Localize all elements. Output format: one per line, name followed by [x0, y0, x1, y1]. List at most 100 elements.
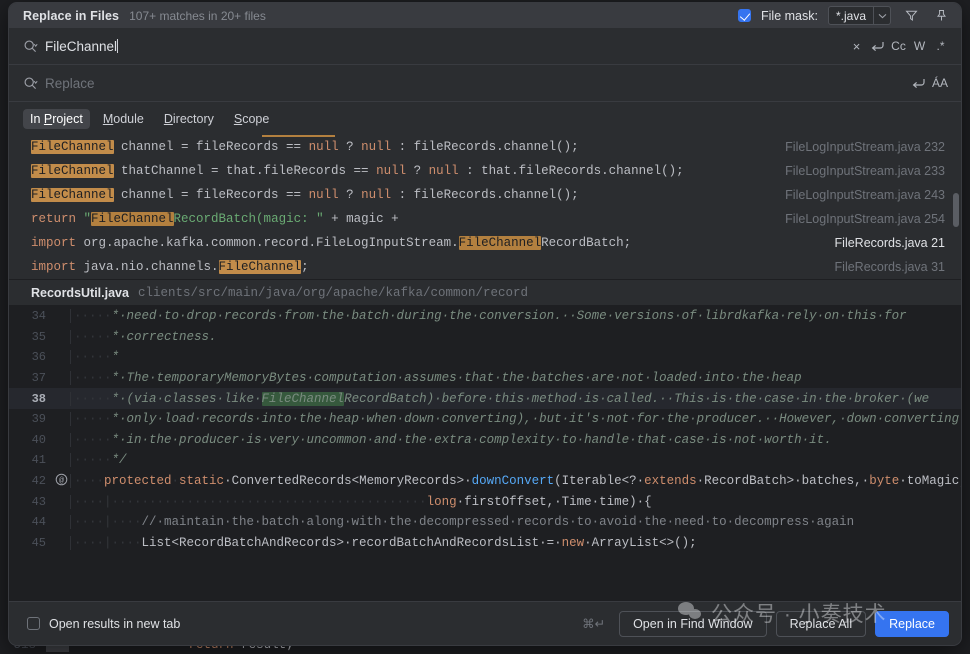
preserve-case-toggle[interactable]: ÁA [929, 73, 951, 94]
open-results-new-tab-checkbox[interactable] [27, 617, 40, 630]
code-token: *·correctness. [112, 330, 217, 344]
result-code-snippet: import java.nio.channels.FileChannel; [31, 260, 821, 274]
scope-tab-directory[interactable]: Directory [157, 109, 221, 129]
match-highlight: FileChannel [219, 260, 302, 274]
page-title: Replace in Files [23, 9, 119, 23]
code-token: : fileRecords.channel(); [391, 140, 579, 154]
scope-tab-scope[interactable]: Scope [227, 109, 276, 129]
result-row[interactable]: FileChannel channel = fileRecords == nul… [9, 135, 961, 159]
clear-search-icon[interactable]: × [846, 36, 867, 57]
code-token: java.nio.channels. [76, 260, 219, 274]
chevron-down-icon[interactable] [873, 7, 890, 24]
code-token: org.apache.kafka.common.record.FileLogIn… [76, 236, 459, 250]
replace-search-icon[interactable] [23, 76, 45, 91]
code-token: null [361, 140, 391, 154]
scope-tab-label-suffix: cope [242, 112, 269, 126]
code-token: " [76, 212, 91, 226]
result-code-snippet: FileChannel channel = fileRecords == nul… [31, 188, 771, 202]
code-token: import [31, 236, 76, 250]
result-row[interactable]: import org.apache.kafka.common.record.Fi… [9, 231, 961, 255]
code-token: null [309, 140, 339, 154]
regex-toggle[interactable]: .* [930, 36, 951, 57]
preview-code-text: ····|····//·maintain·the·batch·along·wit… [70, 515, 961, 529]
replace-history-icon[interactable] [908, 73, 929, 94]
code-token: (Iterable<?· [554, 474, 644, 488]
scope-tab-in-project[interactable]: In Project [23, 109, 90, 129]
result-row[interactable]: import java.nio.channels.FileChannel;Fil… [9, 255, 961, 279]
preview-code-text: ·····*/ [70, 453, 961, 467]
preview-code-line: 43····|·································… [9, 491, 961, 512]
search-icon[interactable] [23, 39, 45, 54]
replace-all-button[interactable]: Replace All [776, 611, 867, 637]
code-token: *·The·temporaryMemoryBytes·computation·a… [112, 371, 802, 385]
match-highlight: FileChannel [262, 392, 345, 406]
dialog-action-bar: Open results in new tab ⌘↵ Open in Find … [9, 601, 961, 645]
preview-code-line: 44 ····|····//·maintain·the·batch·along·w… [9, 512, 961, 533]
results-list[interactable]: FileChannel channel = fileRecords == nul… [9, 135, 961, 280]
search-input[interactable]: FileChannel [45, 39, 846, 54]
preview-code-line: 45 ····|····List<RecordBatchAndRecords>·r… [9, 533, 961, 554]
file-mask-checkbox[interactable] [738, 9, 751, 22]
code-token: channel = fileRecords == [114, 188, 309, 202]
line-number: 36 [9, 350, 53, 364]
code-token: import [31, 260, 76, 274]
line-number: 44 [9, 515, 53, 529]
line-number: 35 [9, 330, 53, 344]
code-token: ? [339, 188, 362, 202]
code-token: *·(via·classes·like· [112, 392, 262, 406]
result-location: FileLogInputStream.java 243 [771, 188, 945, 202]
code-preview[interactable]: 34·····*·need·to·drop·records·from·the·b… [9, 306, 961, 601]
results-scrollbar[interactable] [953, 193, 959, 227]
preview-code-text: ·····*·The·temporaryMemoryBytes·computat… [70, 371, 961, 385]
result-row[interactable]: return "FileChannelRecordBatch(magic: " … [9, 207, 961, 231]
preview-code-line: 39·····*·only·load·records·into·the·heap… [9, 409, 961, 430]
open-results-new-tab-row[interactable]: Open results in new tab [27, 617, 180, 631]
scope-tab-mnemonic: S [234, 112, 242, 126]
scope-tab-label-prefix: In [30, 112, 44, 126]
preview-file-name: RecordsUtil.java [31, 286, 129, 300]
filter-icon[interactable] [901, 6, 921, 26]
code-token: channel = fileRecords == [114, 140, 309, 154]
code-token: ····|···· [74, 515, 142, 529]
override-marker-icon[interactable]: @ [53, 473, 70, 490]
code-token: ····· [74, 392, 112, 406]
preview-code-line: 38·····*·(via·classes·like·FileChannelRe… [9, 388, 961, 409]
dialog-title-bar: Replace in Files 107+ matches in 20+ fil… [9, 3, 961, 28]
code-token: ·rely·on·this·for [779, 309, 907, 323]
preview-file-header[interactable]: RecordsUtil.java clients/src/main/java/o… [9, 280, 961, 306]
scope-tab-bar: In Project Module Directory Scope [9, 102, 961, 135]
scope-tab-label-suffix: irectory [173, 112, 214, 126]
scope-tab-module[interactable]: Module [96, 109, 151, 129]
case-sensitive-toggle[interactable]: Cc [888, 36, 909, 57]
result-location: FileLogInputStream.java 232 [771, 140, 945, 154]
preview-code-text: ····|····List<RecordBatchAndRecords>·rec… [70, 536, 961, 550]
clipped-match-underline [262, 135, 335, 137]
code-token: RecordBatch; [541, 236, 631, 250]
result-row[interactable]: FileChannel channel = fileRecords == nul… [9, 183, 961, 207]
line-number: 42 [9, 474, 53, 488]
match-highlight: FileChannel [31, 140, 114, 154]
line-number: 45 [9, 536, 53, 550]
result-location: FileLogInputStream.java 233 [771, 164, 945, 178]
replace-button[interactable]: Replace [875, 611, 949, 637]
code-token: static [179, 474, 224, 488]
code-token: ? [339, 140, 362, 154]
result-row[interactable]: FileChannel thatChannel = that.fileRecor… [9, 159, 961, 183]
file-mask-combobox[interactable]: *.java [828, 6, 891, 25]
match-count-label: 107+ matches in 20+ files [129, 9, 266, 23]
replace-in-files-dialog: Replace in Files 107+ matches in 20+ fil… [8, 2, 962, 646]
whole-words-toggle[interactable]: W [909, 36, 930, 57]
code-token: protected [104, 474, 172, 488]
result-location: FileRecords.java 31 [821, 260, 945, 274]
search-history-icon[interactable] [867, 36, 888, 57]
code-token: ·ArrayList<>(); [584, 536, 697, 550]
open-in-find-window-button[interactable]: Open in Find Window [619, 611, 767, 637]
line-number: 43 [9, 495, 53, 509]
result-location: FileLogInputStream.java 254 [771, 212, 945, 226]
code-token: ····· [74, 309, 112, 323]
code-token: null [429, 164, 459, 178]
replace-input[interactable]: Replace [45, 76, 908, 91]
pin-icon[interactable] [931, 6, 951, 26]
preview-file-path: clients/src/main/java/org/apache/kafka/c… [138, 286, 528, 300]
replace-row: Replace ÁA [9, 65, 961, 102]
